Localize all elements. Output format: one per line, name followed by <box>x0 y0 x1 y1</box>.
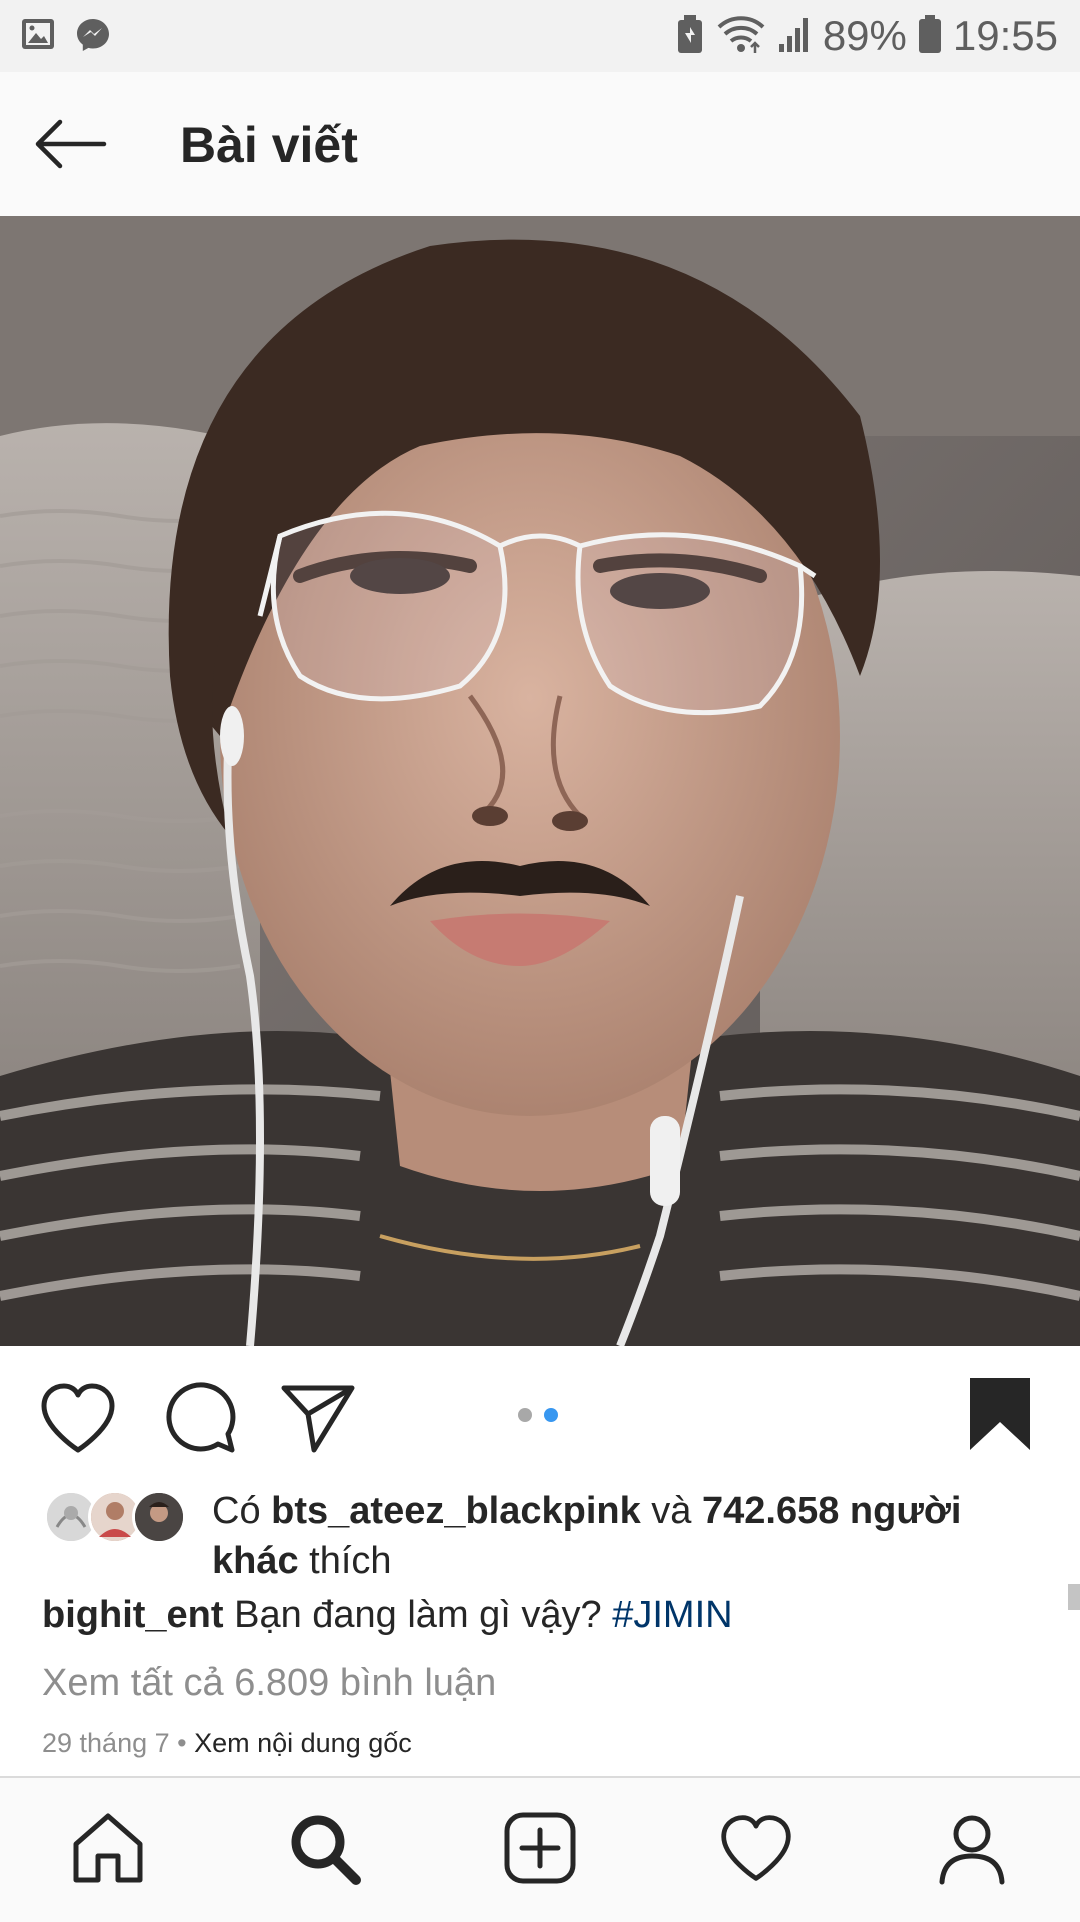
profile-icon <box>934 1810 1010 1891</box>
carousel-dot-active <box>544 1408 558 1422</box>
post-meta: 29 tháng 7 • Xem nội dung gốc <box>42 1728 412 1759</box>
gallery-icon <box>20 16 56 59</box>
arrow-left-icon <box>32 119 108 178</box>
hashtag-link[interactable]: #JIMIN <box>612 1594 732 1636</box>
share-icon <box>280 1385 356 1458</box>
clock: 19:55 <box>952 12 1058 59</box>
wifi-icon <box>715 13 767 60</box>
comment-button[interactable] <box>162 1382 238 1463</box>
status-bar: 89% 19:55 <box>0 0 1080 72</box>
battery-percent: 89% <box>822 12 907 59</box>
nav-add-post[interactable] <box>500 1810 580 1890</box>
back-button[interactable] <box>32 114 112 174</box>
battery-saver-icon <box>675 13 705 60</box>
heart-icon <box>38 1383 118 1458</box>
post-caption: bighit_ent Bạn đang làm gì vậy? #JIMIN <box>42 1594 733 1637</box>
likes-text: Có bts_ateez_blackpink và 742.658 người … <box>212 1486 1042 1586</box>
likes-prefix: Có <box>212 1490 272 1532</box>
caption-text: Bạn đang làm gì vậy? <box>223 1594 613 1636</box>
bottom-nav <box>0 1776 1080 1922</box>
view-comments-link[interactable]: Xem tất cả 6.809 bình luận <box>42 1662 496 1705</box>
home-icon <box>70 1810 146 1891</box>
meta-separator: • <box>169 1728 195 1758</box>
comment-icon <box>162 1382 238 1462</box>
nav-home[interactable] <box>68 1810 148 1890</box>
carousel-indicator <box>518 1408 558 1422</box>
scrollbar[interactable] <box>1068 1584 1080 1610</box>
page-title: Bài viết <box>180 117 358 173</box>
see-original-link[interactable]: Xem nội dung gốc <box>194 1728 412 1758</box>
post-actions <box>0 1346 1080 1486</box>
share-button[interactable] <box>280 1382 356 1459</box>
add-icon <box>502 1810 578 1891</box>
likes-conjunction: và <box>640 1490 702 1532</box>
header-bar: Bài viết <box>0 72 1080 217</box>
messenger-icon <box>74 16 112 59</box>
post-date: 29 tháng 7 <box>42 1728 170 1758</box>
nav-search[interactable] <box>284 1810 364 1890</box>
bookmark-icon <box>968 1378 1032 1456</box>
activity-icon <box>718 1813 794 1888</box>
caption-username[interactable]: bighit_ent <box>42 1594 224 1636</box>
post-photo[interactable] <box>0 216 1080 1346</box>
nav-profile[interactable] <box>932 1810 1012 1890</box>
search-icon <box>286 1810 362 1891</box>
like-button[interactable] <box>38 1382 118 1459</box>
signal-icon <box>777 14 813 59</box>
avatar <box>132 1490 186 1544</box>
liker-username[interactable]: bts_ateez_blackpink <box>271 1490 641 1532</box>
selfie-image <box>0 216 1080 1346</box>
liker-avatars[interactable] <box>44 1490 194 1550</box>
battery-icon <box>917 13 943 60</box>
nav-activity[interactable] <box>716 1810 796 1890</box>
save-button[interactable] <box>968 1376 1032 1457</box>
carousel-dot <box>518 1408 532 1422</box>
likes-suffix: thích <box>298 1540 392 1582</box>
